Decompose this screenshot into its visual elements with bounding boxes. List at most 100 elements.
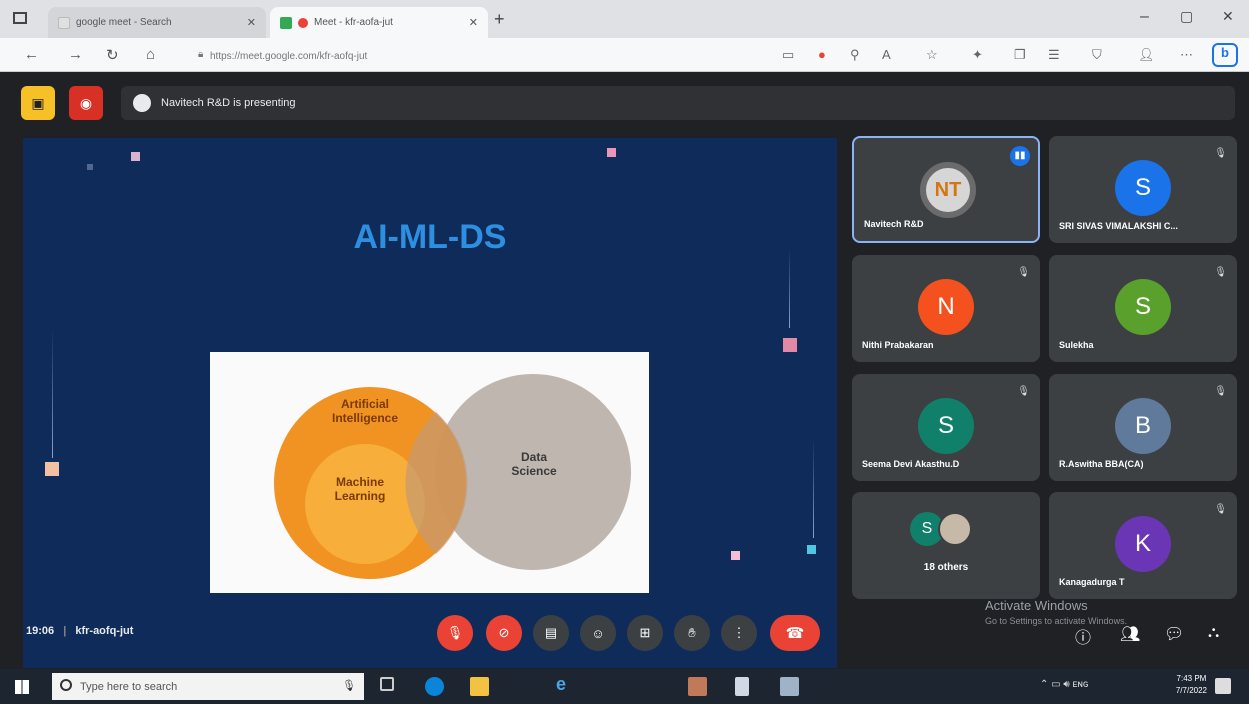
separator: | [63,625,67,637]
ds-label: Data Science [511,450,557,478]
decor-dot [807,545,816,554]
chat-icon[interactable]: 💬︎ [1164,624,1184,644]
raise-hand-button[interactable]: ✋︎ [674,615,710,651]
present-button[interactable]: ⊞ [627,615,663,651]
more-options-icon[interactable]: ⋯ [1180,47,1193,63]
browser-tab-meet[interactable]: Meet - kfr-aofa-jut ✕ [270,7,488,38]
end-call-button[interactable]: ☎︎ [770,615,820,651]
camera-toggle-button[interactable]: ⊘ [486,615,522,651]
profile-icon[interactable]: 👤︎ [1138,47,1155,63]
bing-chat-icon[interactable]: b [1212,43,1238,67]
notifications-icon[interactable] [1215,678,1231,694]
task-view-icon[interactable] [380,677,394,691]
new-tab-button[interactable]: + [494,9,505,30]
activities-icon[interactable]: ⛬ [1208,624,1219,642]
pin-presentation-button[interactable]: ▣ [21,86,55,120]
meeting-info: 19:06 | kfr-aofq-jut [26,625,133,637]
shield-icon[interactable]: ⛉ [1092,47,1102,63]
camera-icon[interactable]: ● [818,47,826,62]
favorite-star-icon[interactable]: ☆ [926,47,938,63]
forward-arrow-icon[interactable]: → [68,46,83,63]
taskbar-clock[interactable]: 7:43 PM 7/7/2022 [1176,673,1207,697]
minimize-button[interactable]: – [1140,8,1149,26]
captions-button[interactable]: ▤ [533,615,569,651]
venn-svg [274,374,631,579]
tray-icons[interactable]: ⌃ ▭ 🔊︎ ᴇɴɢ [1040,679,1088,690]
decor-dot [131,152,140,161]
ie-icon[interactable]: e [556,674,575,694]
participant-name: R.Aswitha BBA(CA) [1059,459,1144,469]
participant-name: SRI SIVAS VIMALAKSHI C... [1059,221,1178,231]
more-options-button[interactable]: ⋮ [721,615,757,651]
collections-icon[interactable]: ❐ [1014,47,1026,63]
people-icon[interactable]: 👥︎ [1120,624,1140,644]
participant-tile[interactable]: 🎙︎ S Seema Devi Akasthu.D [852,374,1040,481]
mic-muted-icon: 🎙︎ [1214,267,1227,278]
windows-taskbar: Type here to search 🎙︎ e ⌃ ▭ 🔊︎ ᴇɴɢ 7:43… [0,669,1249,704]
activate-windows-subtitle: Go to Settings to activate Windows. [985,616,1128,626]
speaking-indicator-icon: ▮▮ [1010,146,1030,166]
browser-tab-search[interactable]: google meet - Search ✕ [48,7,266,38]
permissions-icon[interactable]: ⚲ [850,47,860,63]
close-window-button[interactable]: ✕ [1222,8,1234,25]
stop-presenting-button[interactable]: ◉ [69,86,103,120]
meet-window: ▣ ◉ Navitech R&D is presenting AI-ML-DS … [0,72,1249,669]
extensions-icon[interactable]: ✦ [972,47,983,63]
decor-line [813,438,814,538]
others-tile[interactable]: S 18 others [852,492,1040,599]
participant-avatar: S [1115,279,1171,335]
start-windows-icon[interactable] [15,680,29,694]
participant-avatar: NT [920,162,976,218]
home-icon[interactable]: ⌂ [146,46,155,63]
search-favicon-icon [58,16,70,29]
participant-name: Seema Devi Akasthu.D [862,459,960,469]
participant-tile[interactable]: 🎙︎ S SRI SIVAS VIMALAKSHI C... [1049,136,1237,243]
document-app-icon[interactable] [735,677,749,696]
store-app-icon[interactable] [688,677,707,696]
close-tab-icon[interactable]: ✕ [247,16,256,29]
participant-name: Nithi Prabakaran [862,340,934,350]
reader-icon[interactable]: ▭ [782,47,794,63]
search-icon [60,679,72,691]
participant-avatar: N [918,279,974,335]
favorites-bar-icon[interactable]: ☰ [1048,47,1060,63]
read-aloud-icon[interactable]: A [882,47,891,62]
mic-muted-icon: 🎙︎ [1214,504,1227,515]
participant-tile[interactable]: 🎙︎ N Nithi Prabakaran [852,255,1040,362]
venn-diagram: Artificial Intelligence Machine Learning… [210,352,649,593]
close-tab-icon[interactable]: ✕ [469,16,478,29]
ai-label: Artificial Intelligence [331,397,399,425]
restore-button[interactable]: ▢ [1180,8,1193,25]
presenter-avatar-icon [133,94,151,112]
info-icon[interactable]: ⓘ [1075,624,1091,648]
microphone-icon[interactable]: 🎙︎ [342,679,356,692]
participant-name: Sulekha [1059,340,1094,350]
edge-app-icon[interactable] [425,677,444,696]
decor-dot [783,338,797,352]
decor-dot [45,462,59,476]
participant-photo-avatar [938,512,972,546]
activate-windows-title: Activate Windows [985,598,1088,613]
calculator-icon[interactable] [780,677,799,696]
participant-tile[interactable]: 🎙︎ B R.Aswitha BBA(CA) [1049,374,1237,481]
file-explorer-icon[interactable] [470,677,489,696]
participant-name: Kanagadurga T [1059,577,1125,587]
participant-avatar: B [1115,398,1171,454]
url-field[interactable]: https://meet.google.com/kfr-aofq-jut [190,47,750,65]
participant-avatar: S [1115,160,1171,216]
back-arrow-icon[interactable]: ← [24,46,39,63]
decor-line [789,248,790,328]
emoji-button[interactable]: ☺ [580,615,616,651]
participant-tile[interactable]: 🎙︎ K Kanagadurga T [1049,492,1237,599]
participant-avatar: S [918,398,974,454]
refresh-icon[interactable]: ↻ [106,46,119,64]
tab-title: Meet - kfr-aofa-jut [314,17,393,28]
meeting-time: 19:06 [26,625,55,637]
participant-tile[interactable]: 🎙︎ S Sulekha [1049,255,1237,362]
participant-tile[interactable]: NT ▮▮ Navitech R&D [852,136,1040,243]
search-placeholder: Type here to search [80,680,178,693]
mic-toggle-button[interactable]: 🎙︎ [437,615,473,651]
decor-line [52,328,53,458]
taskbar-search-input[interactable]: Type here to search 🎙︎ [52,673,364,700]
window-menu-icon[interactable] [13,12,27,24]
